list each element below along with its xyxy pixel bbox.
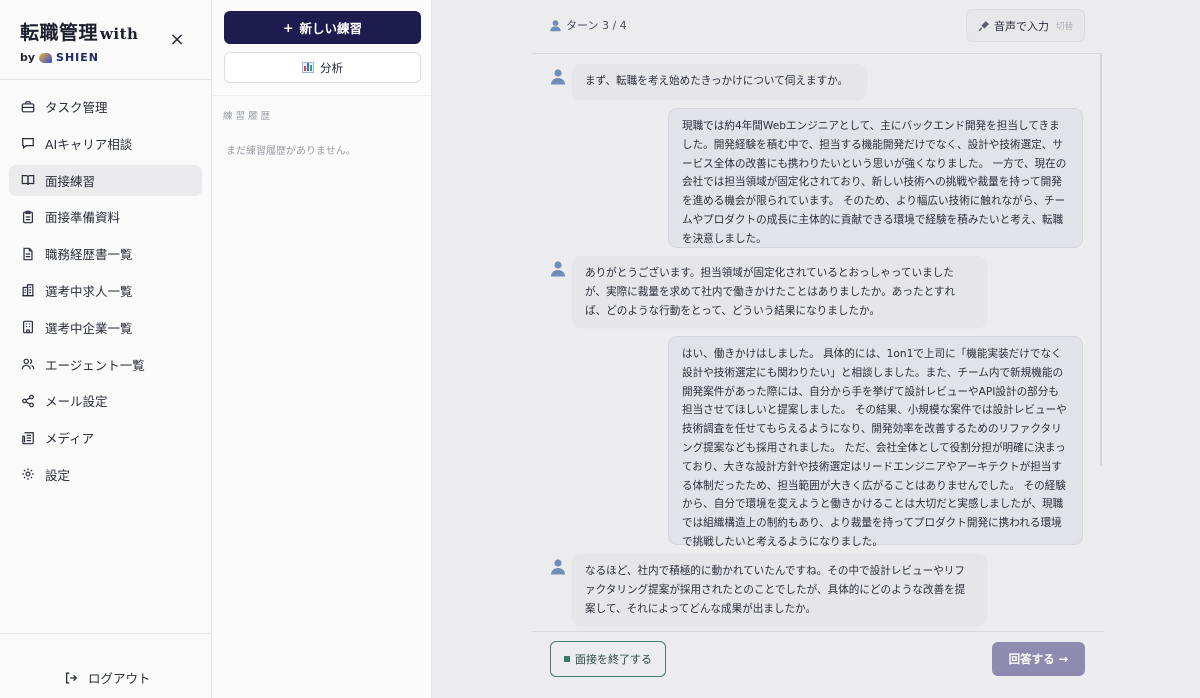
brand-title: 転職管理 with [20, 18, 138, 45]
stop-icon [564, 656, 570, 662]
sidebar-item-label: 面接準備資料 [45, 210, 121, 226]
sidebar-item-ai-career[interactable]: AIキャリア相談 [9, 128, 202, 159]
new-practice-button[interactable]: + 新しい練習 [224, 11, 421, 44]
scrollbar[interactable] [1100, 54, 1102, 466]
turn-label: ターン 3 / 4 [566, 19, 627, 32]
brand-title-main: 転職管理 [20, 22, 99, 44]
sidebar-item-label: タスク管理 [45, 100, 108, 115]
brand-logo-text: SHIEN [56, 51, 99, 64]
voice-input-button[interactable]: 音声で入力 切替 [966, 9, 1085, 42]
shien-logo-icon [39, 52, 53, 63]
voice-input-label: 音声で入力 [993, 19, 1049, 33]
voice-input-toggle: 切替 [1055, 21, 1073, 32]
sidebar-item-label: 設定 [45, 467, 71, 483]
turn-indicator: ターン 3 / 4 [549, 17, 627, 33]
interviewer-avatar [550, 260, 566, 277]
end-interview-label: 面接を終了する [575, 653, 652, 666]
new-practice-label: 新しい練習 [299, 21, 362, 36]
users-icon [21, 357, 35, 371]
user-message: はい、働きかけはしました。 具体的には、1on1で上司に「機能実装だけでなく設計… [668, 336, 1083, 548]
sidebar-item-task[interactable]: タスク管理 [9, 91, 202, 122]
office-icon [21, 320, 35, 334]
briefcase-icon [21, 100, 35, 114]
interviewer-message: まず、転職を考え始めたきっかけについて伺えますか。 [572, 64, 867, 99]
analysis-label: 分析 [320, 60, 343, 75]
divider [212, 95, 431, 96]
divider [532, 631, 1104, 632]
logout-label: ログアウト [88, 671, 151, 686]
interviewer-message: なるほど、社内で積極的に動かれていたんですね。その中で設計レビューやリファクタリ… [572, 554, 987, 625]
divider [0, 633, 211, 634]
divider [0, 79, 211, 80]
newspaper-icon [21, 431, 35, 445]
sidebar-item-label: 選考中求人一覧 [45, 283, 133, 299]
gear-icon [21, 467, 35, 481]
sidebar-item-job-list[interactable]: 選考中求人一覧 [9, 275, 202, 306]
sidebar-item-company-list[interactable]: 選考中企業一覧 [9, 312, 202, 343]
end-interview-button[interactable]: 面接を終了する [550, 641, 666, 677]
clipboard-icon [21, 210, 35, 224]
sidebar-item-label: 面接練習 [45, 173, 96, 189]
practice-history-title: 練習履歴 [223, 111, 274, 122]
brand-by-label: by [20, 51, 36, 64]
book-open-icon [21, 173, 35, 187]
sidebar-item-mail-settings[interactable]: メール設定 [9, 385, 202, 416]
microphone-icon [978, 20, 989, 31]
plus-icon: + [283, 20, 294, 35]
sidebar-item-media[interactable]: メディア [9, 422, 202, 453]
sidebar: 転職管理 with by SHIEN × タスク管理 AIキャリア相談 面接練習 … [0, 0, 212, 698]
sidebar-item-label: メディア [45, 431, 95, 447]
user-icon [550, 19, 561, 31]
brand-byline: by SHIEN [20, 51, 138, 64]
sidebar-nav: タスク管理 AIキャリア相談 面接練習 面接準備資料 職務経歴書一覧 選考中求人… [9, 91, 202, 496]
close-sidebar-button[interactable]: × [168, 31, 186, 49]
chat-bubble-icon [21, 136, 35, 150]
sidebar-item-agent-list[interactable]: エージェント一覧 [9, 349, 202, 380]
brand-logo: 転職管理 with by SHIEN [20, 18, 138, 64]
share-icon [21, 394, 35, 408]
interviewer-avatar [550, 558, 566, 575]
building-icon [21, 283, 35, 297]
interview-chat: ターン 3 / 4 音声で入力 切替 まず、転職を考え始めたきっかけについて伺え… [432, 0, 1200, 698]
sidebar-item-label: 選考中企業一覧 [45, 320, 133, 336]
document-icon [21, 247, 35, 261]
bar-chart-icon [302, 62, 314, 73]
interviewer-message: ありがとうございます。担当領域が固定化されているとおっしゃっていましたが、実際に… [572, 256, 987, 327]
divider [532, 53, 1102, 54]
user-message: 現職では約4年間Webエンジニアとして、主にバックエンド開発を担当してきました。… [668, 108, 1083, 248]
sidebar-item-label: 職務経歴書一覧 [45, 247, 133, 263]
logout-icon [65, 672, 78, 683]
sidebar-item-label: メール設定 [45, 394, 108, 410]
sidebar-item-label: AIキャリア相談 [45, 136, 133, 152]
logout-button[interactable]: ログアウト [64, 668, 151, 687]
analysis-button[interactable]: 分析 [224, 52, 421, 83]
sidebar-item-interview-practice[interactable]: 面接練習 [9, 164, 202, 196]
answer-button[interactable]: 回答する → [992, 642, 1085, 676]
sidebar-item-interview-materials[interactable]: 面接準備資料 [9, 201, 202, 232]
sidebar-item-settings[interactable]: 設定 [9, 459, 202, 490]
practice-history-empty: まだ練習履歴がありません。 [226, 146, 356, 157]
sidebar-item-resume-list[interactable]: 職務経歴書一覧 [9, 238, 202, 269]
interviewer-avatar [550, 68, 566, 85]
sidebar-item-label: エージェント一覧 [45, 357, 145, 373]
practice-panel: + 新しい練習 分析 練習履歴 まだ練習履歴がありません。 [212, 0, 432, 698]
brand-title-suffix: with [100, 25, 139, 43]
